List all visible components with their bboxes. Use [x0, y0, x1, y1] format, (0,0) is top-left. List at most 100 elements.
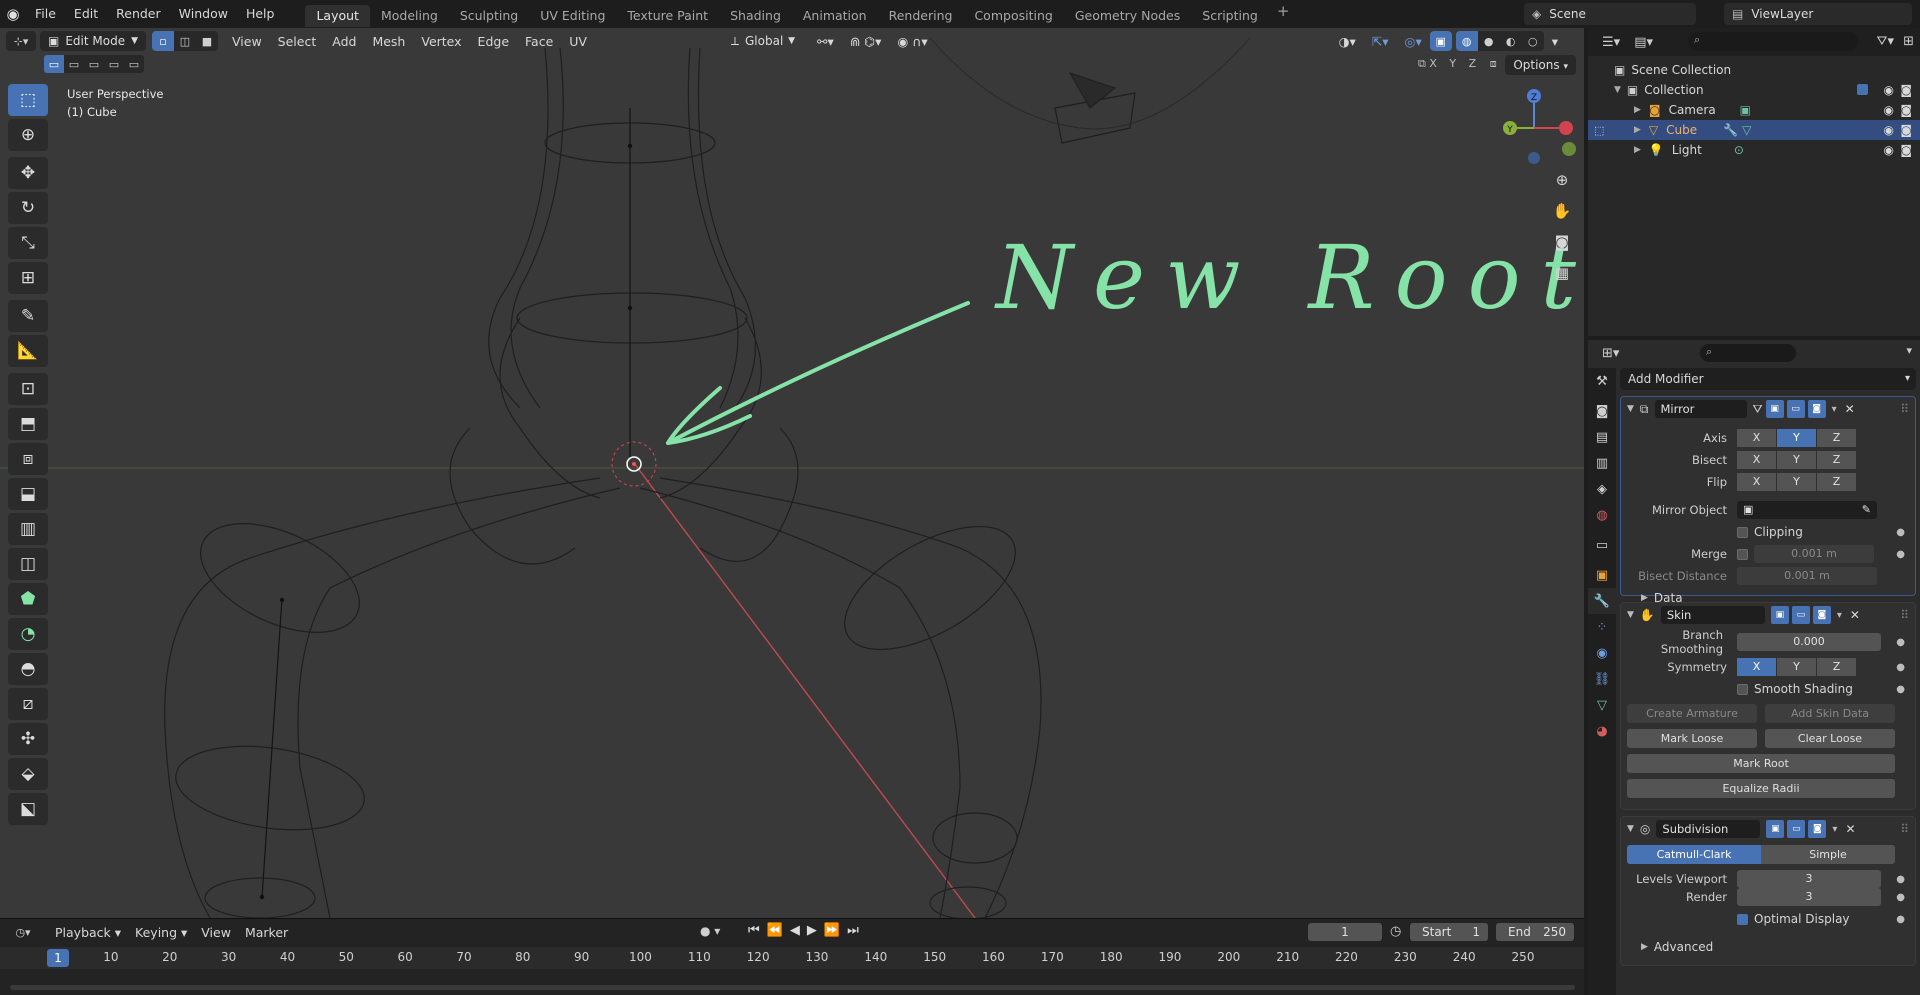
new-collection-icon[interactable]: ⊞ [1903, 34, 1914, 49]
flip-x-toggle[interactable]: X [1737, 473, 1776, 491]
merge-distance-field[interactable]: 0.001 m [1754, 545, 1874, 563]
camera-render-icon[interactable]: ◙ [1900, 83, 1912, 97]
menu-file[interactable]: File [26, 0, 65, 28]
clear-loose-button[interactable]: Clear Loose [1765, 729, 1895, 748]
add-cube-icon[interactable]: ⊡ [8, 373, 48, 405]
zoom-icon[interactable]: ⊕ [1550, 168, 1574, 192]
tool-tab-icon[interactable]: ⚒ [1588, 368, 1616, 394]
filter-icon[interactable]: ⛛▾ [1877, 34, 1894, 49]
pivot-icon[interactable]: ⚯▾ [809, 34, 842, 49]
viewport-toggle-icon[interactable]: ▭ [1791, 606, 1810, 624]
eye-icon[interactable]: ◉ [1884, 103, 1894, 117]
wireframe-shading-icon[interactable]: ◍ [1455, 31, 1478, 51]
optimal-display-checkbox[interactable] [1737, 913, 1748, 925]
simple-button[interactable]: Simple [1761, 845, 1895, 864]
outliner-row-light[interactable]: ▶ 💡 Light ⊙ ◉ ◙ [1588, 140, 1920, 160]
keyframe-dot-icon[interactable]: ● [1896, 874, 1905, 885]
stopwatch-icon[interactable]: ◷ [1390, 924, 1401, 939]
add-modifier-dropdown[interactable]: Add Modifier ▾ [1620, 368, 1916, 390]
view-layer-tab-icon[interactable]: ▥ [1588, 450, 1616, 476]
proportional-edit-icon[interactable]: ◉ ∩▾ [889, 34, 935, 49]
render-toggle-icon[interactable]: ◙ [1807, 400, 1826, 418]
skin-name-field[interactable]: Skin [1660, 606, 1765, 624]
tab-compositing[interactable]: Compositing [963, 5, 1063, 27]
eye-icon[interactable]: ◉ [1884, 143, 1894, 157]
xray-icon[interactable]: ▣ [1429, 31, 1452, 51]
tab-rendering[interactable]: Rendering [878, 5, 964, 27]
render-tab-icon[interactable]: ◙ [1588, 398, 1616, 424]
pan-hand-icon[interactable]: ✋ [1550, 199, 1574, 223]
annotate-icon[interactable]: ✎ [8, 300, 48, 332]
properties-editor[interactable]: ⊞▾ ⌕ ▾ ⚒ ◙ ▤ ▥ ◈ ◍ ▭ ▣ 🔧 ⁘ ◉ ⛓ ▽ ◕ Add M… [1588, 340, 1920, 995]
flip-y-toggle[interactable]: Y [1777, 473, 1816, 491]
tl-menu-playback[interactable]: Playback ▾ [48, 925, 128, 940]
tab-scripting[interactable]: Scripting [1191, 5, 1269, 27]
chevron-right-icon[interactable]: ▶ [1634, 105, 1641, 115]
outliner-editor-icon[interactable]: ☰▾ [1602, 35, 1620, 50]
axis-x-toggle[interactable]: X [1737, 429, 1776, 447]
drag-handle-icon[interactable]: ⠿ [1900, 608, 1909, 622]
bevel-icon[interactable]: ⬓ [8, 478, 48, 510]
material-tab-icon[interactable]: ◕ [1588, 718, 1616, 744]
select-new-icon[interactable]: ▭ [44, 55, 64, 73]
collection-tab-icon[interactable]: ▭ [1588, 532, 1616, 558]
axis-y-toggle[interactable]: Y [1777, 429, 1816, 447]
toggle-x[interactable]: X [1429, 57, 1437, 70]
playback-controls[interactable]: ⏮⏪◀▶⏩⏭ [748, 923, 866, 938]
auto-merge-icon[interactable]: ⧈ [1490, 57, 1497, 70]
rip-region-icon[interactable]: ⬕ [8, 793, 48, 825]
properties-editor-icon[interactable]: ⊞▾ [1602, 346, 1619, 361]
bisect-y-toggle[interactable]: Y [1777, 451, 1816, 469]
scene-tab-icon[interactable]: ◈ [1588, 476, 1616, 502]
keyframe-dot-icon[interactable]: ● [1896, 527, 1905, 538]
chevron-right-icon[interactable]: ▶ [1641, 942, 1648, 952]
chevron-down-icon[interactable]: ▼ [1614, 85, 1621, 95]
chevron-down-icon[interactable]: ▼ [1627, 824, 1634, 834]
measure-icon[interactable]: 📐 [8, 335, 48, 367]
drag-handle-icon[interactable]: ⠿ [1900, 822, 1909, 836]
menu-render[interactable]: Render [107, 0, 170, 28]
keyframe-dot-icon[interactable]: ● [1896, 662, 1905, 673]
edge-slide-icon[interactable]: ⧄ [8, 688, 48, 720]
symmetry-z-toggle[interactable]: Z [1817, 658, 1856, 676]
options-dropdown[interactable]: Options ▾ [1505, 55, 1576, 75]
tl-menu-view[interactable]: View [194, 925, 238, 940]
camera-render-icon[interactable]: ◙ [1900, 123, 1912, 137]
visibility-icon[interactable]: ◑▾ [1331, 34, 1364, 49]
chevron-down-icon[interactable]: ▼ [1627, 404, 1634, 414]
keyframe-dot-icon[interactable]: ● [1896, 914, 1905, 925]
particles-tab-icon[interactable]: ⁘ [1588, 614, 1616, 640]
face-select-icon[interactable]: ■ [196, 31, 218, 51]
overlays-icon[interactable]: ◎▾ [1397, 34, 1430, 49]
select-intersect-icon[interactable]: ▭ [124, 55, 144, 73]
add-skin-data-button[interactable]: Add Skin Data [1765, 704, 1895, 723]
vp-menu-mesh[interactable]: Mesh [364, 34, 413, 49]
clipping-checkbox[interactable] [1737, 526, 1748, 538]
timeline-scrollbar[interactable] [10, 985, 1575, 990]
rotate-icon[interactable]: ↻ [8, 192, 48, 224]
flip-z-toggle[interactable]: Z [1817, 473, 1856, 491]
tab-sculpting[interactable]: Sculpting [449, 5, 529, 27]
chevron-down-icon[interactable]: ▾ [1832, 824, 1837, 835]
move-icon[interactable]: ✥ [8, 157, 48, 189]
tab-modeling[interactable]: Modeling [370, 5, 449, 27]
render-levels-field[interactable]: 3 [1737, 888, 1881, 906]
vp-menu-face[interactable]: Face [517, 34, 561, 49]
edit-mode-toggle-icon[interactable]: ▣ [1770, 606, 1789, 624]
bisect-distance-field[interactable]: 0.001 m [1737, 567, 1877, 585]
eye-icon[interactable]: ◉ [1884, 83, 1894, 97]
menu-help[interactable]: Help [237, 0, 284, 28]
bisect-x-toggle[interactable]: X [1737, 451, 1776, 469]
timeline-editor-icon[interactable]: ◷▾ [8, 922, 38, 942]
mirror-toggle-icon[interactable]: ⧉ [1418, 57, 1429, 70]
poly-build-icon[interactable]: ⬟ [8, 583, 48, 615]
vp-menu-select[interactable]: Select [270, 34, 325, 49]
transform-icon[interactable]: ⊞ [8, 262, 48, 294]
menu-window[interactable]: Window [170, 0, 237, 28]
properties-search-input[interactable]: ⌕ [1700, 344, 1796, 362]
output-tab-icon[interactable]: ▤ [1588, 424, 1616, 450]
select-subtract-icon[interactable]: ▭ [84, 55, 104, 73]
inset-icon[interactable]: ⧈ [8, 443, 48, 475]
merge-checkbox[interactable] [1737, 548, 1748, 560]
tab-uv-editing[interactable]: UV Editing [529, 5, 616, 27]
